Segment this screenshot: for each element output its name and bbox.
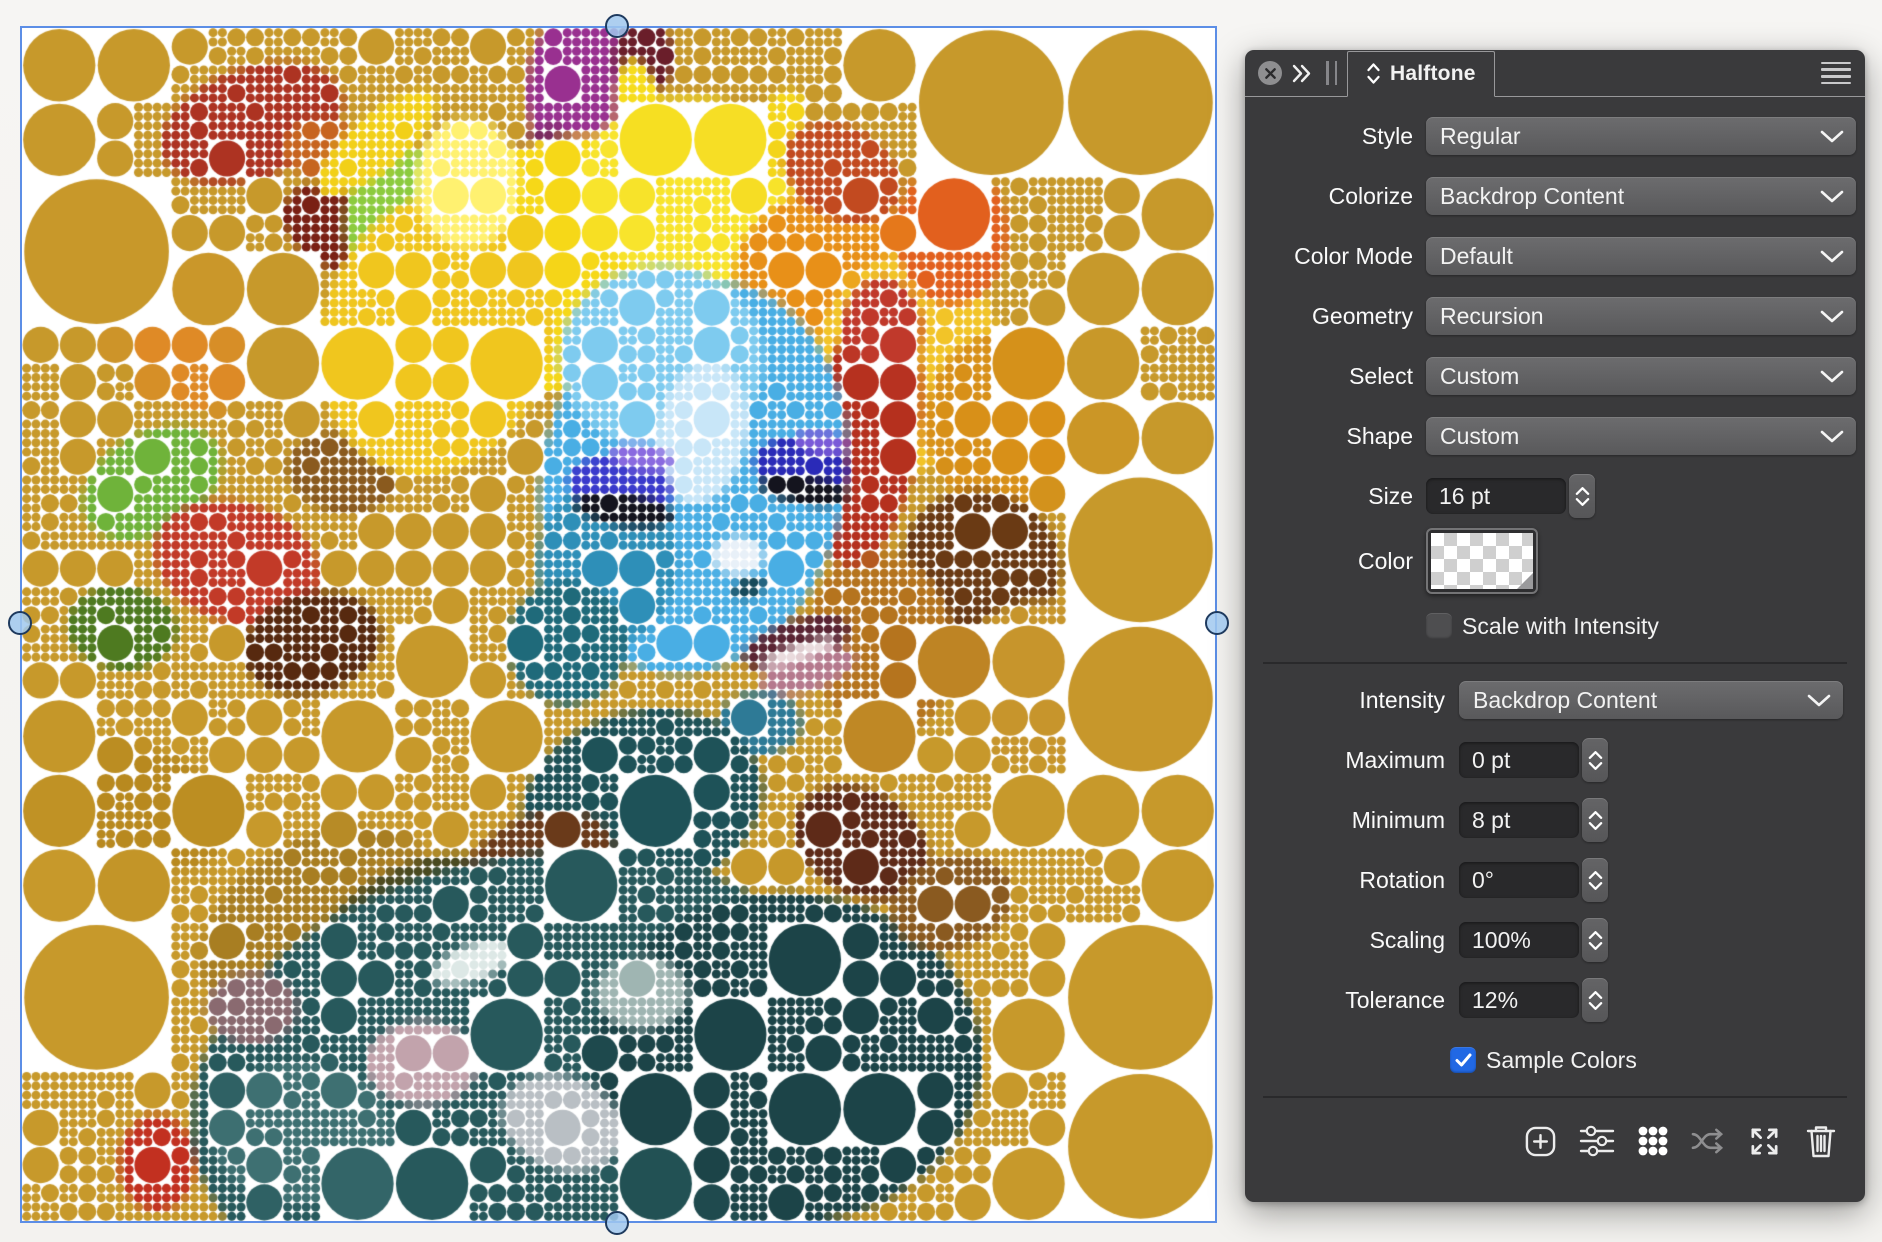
size-stepper[interactable] (1569, 474, 1595, 518)
toolbar-divider (1263, 1096, 1847, 1098)
panel-header: Halftone (1245, 50, 1865, 97)
minimum-input[interactable]: 8 pt (1459, 802, 1579, 838)
row-size: Size 16 pt (1245, 466, 1865, 526)
expand-icon[interactable] (1746, 1123, 1783, 1160)
style-dropdown[interactable]: Regular (1426, 117, 1856, 155)
sample-colors-label: Sample Colors (1486, 1047, 1637, 1074)
minimum-value: 8 pt (1472, 807, 1510, 834)
size-input[interactable]: 16 pt (1426, 478, 1566, 514)
add-icon[interactable] (1522, 1123, 1559, 1160)
panel-toolbar (1245, 1104, 1865, 1178)
intensity-value: Backdrop Content (1473, 687, 1807, 714)
row-color: Color (1245, 526, 1865, 596)
chevron-down-icon (1820, 430, 1844, 443)
color-mode-value: Default (1440, 243, 1820, 270)
row-color-mode: Color Mode Default (1245, 226, 1865, 286)
style-label: Style (1245, 123, 1413, 150)
panel-divider-bars-icon (1326, 61, 1337, 85)
scaling-stepper[interactable] (1582, 918, 1608, 962)
row-minimum: Minimum 8 pt (1245, 790, 1865, 850)
chevron-down-icon (1820, 310, 1844, 323)
maximum-input[interactable]: 0 pt (1459, 742, 1579, 778)
scaling-input[interactable]: 100% (1459, 922, 1579, 958)
rotation-input[interactable]: 0° (1459, 862, 1579, 898)
colorize-dropdown[interactable]: Backdrop Content (1426, 177, 1856, 215)
selection-handle-bottom[interactable] (605, 1211, 629, 1235)
geometry-dropdown[interactable]: Recursion (1426, 297, 1856, 335)
row-rotation: Rotation 0° (1245, 850, 1865, 910)
color-mode-label: Color Mode (1245, 243, 1413, 270)
tolerance-input[interactable]: 12% (1459, 982, 1579, 1018)
tab-halftone[interactable]: Halftone (1347, 51, 1495, 97)
geometry-label: Geometry (1245, 303, 1413, 330)
row-scale-with-intensity: Scale with Intensity (1245, 596, 1865, 656)
maximum-label: Maximum (1245, 747, 1445, 774)
shuffle-icon[interactable] (1690, 1123, 1727, 1160)
dot-grid-icon[interactable] (1634, 1123, 1671, 1160)
select-value: Custom (1440, 363, 1820, 390)
chevron-down-icon (1807, 694, 1831, 707)
rotation-value: 0° (1472, 867, 1494, 894)
selection-handle-top[interactable] (605, 14, 629, 38)
tolerance-value: 12% (1472, 987, 1518, 1014)
tolerance-label: Tolerance (1245, 987, 1445, 1014)
colorize-label: Colorize (1245, 183, 1413, 210)
row-tolerance: Tolerance 12% (1245, 970, 1865, 1030)
size-value: 16 pt (1439, 483, 1490, 510)
selection-handle-right[interactable] (1205, 611, 1229, 635)
chevron-down-icon (1820, 370, 1844, 383)
intensity-label: Intensity (1245, 687, 1445, 714)
chevron-down-icon (1820, 130, 1844, 143)
panel-menu-icon[interactable] (1821, 62, 1851, 84)
row-geometry: Geometry Recursion (1245, 286, 1865, 346)
minimum-label: Minimum (1245, 807, 1445, 834)
shape-dropdown[interactable]: Custom (1426, 417, 1856, 455)
tab-title: Halftone (1390, 62, 1476, 86)
halftone-artwork-canvas[interactable] (22, 28, 1215, 1221)
select-label: Select (1245, 363, 1413, 390)
chevron-down-icon (1820, 190, 1844, 203)
geometry-value: Recursion (1440, 303, 1820, 330)
artboard-selection[interactable] (20, 26, 1217, 1223)
row-select: Select Custom (1245, 346, 1865, 406)
color-mode-dropdown[interactable]: Default (1426, 237, 1856, 275)
sample-colors-checkbox[interactable] (1450, 1047, 1476, 1073)
shape-value: Custom (1440, 423, 1820, 450)
maximum-value: 0 pt (1472, 747, 1510, 774)
rotation-stepper[interactable] (1582, 858, 1608, 902)
close-icon[interactable] (1258, 61, 1282, 85)
row-sample-colors: Sample Colors (1245, 1030, 1865, 1090)
selection-handle-left[interactable] (8, 611, 32, 635)
color-label: Color (1245, 548, 1413, 575)
colorize-value: Backdrop Content (1440, 183, 1820, 210)
trash-icon[interactable] (1802, 1123, 1839, 1160)
select-dropdown[interactable]: Custom (1426, 357, 1856, 395)
maximum-stepper[interactable] (1582, 738, 1608, 782)
reorder-icon (1366, 62, 1381, 85)
row-maximum: Maximum 0 pt (1245, 730, 1865, 790)
intensity-dropdown[interactable]: Backdrop Content (1459, 681, 1843, 719)
style-value: Regular (1440, 123, 1820, 150)
minimum-stepper[interactable] (1582, 798, 1608, 842)
color-swatch[interactable] (1426, 528, 1538, 594)
row-style: Style Regular (1245, 106, 1865, 166)
tolerance-stepper[interactable] (1582, 978, 1608, 1022)
section-divider (1263, 662, 1847, 664)
row-shape: Shape Custom (1245, 406, 1865, 466)
scale-with-intensity-label: Scale with Intensity (1462, 613, 1659, 640)
halftone-panel: Halftone Style Regular Colorize Backdrop… (1245, 50, 1865, 1202)
scale-with-intensity-checkbox[interactable] (1426, 613, 1452, 639)
row-intensity: Intensity Backdrop Content (1245, 670, 1865, 730)
size-label: Size (1245, 483, 1413, 510)
row-scaling: Scaling 100% (1245, 910, 1865, 970)
adjust-sliders-icon[interactable] (1578, 1123, 1615, 1160)
row-colorize: Colorize Backdrop Content (1245, 166, 1865, 226)
scaling-label: Scaling (1245, 927, 1445, 954)
chevron-down-icon (1820, 250, 1844, 263)
double-chevron-right-icon[interactable] (1291, 63, 1313, 84)
scaling-value: 100% (1472, 927, 1531, 954)
shape-label: Shape (1245, 423, 1413, 450)
rotation-label: Rotation (1245, 867, 1445, 894)
